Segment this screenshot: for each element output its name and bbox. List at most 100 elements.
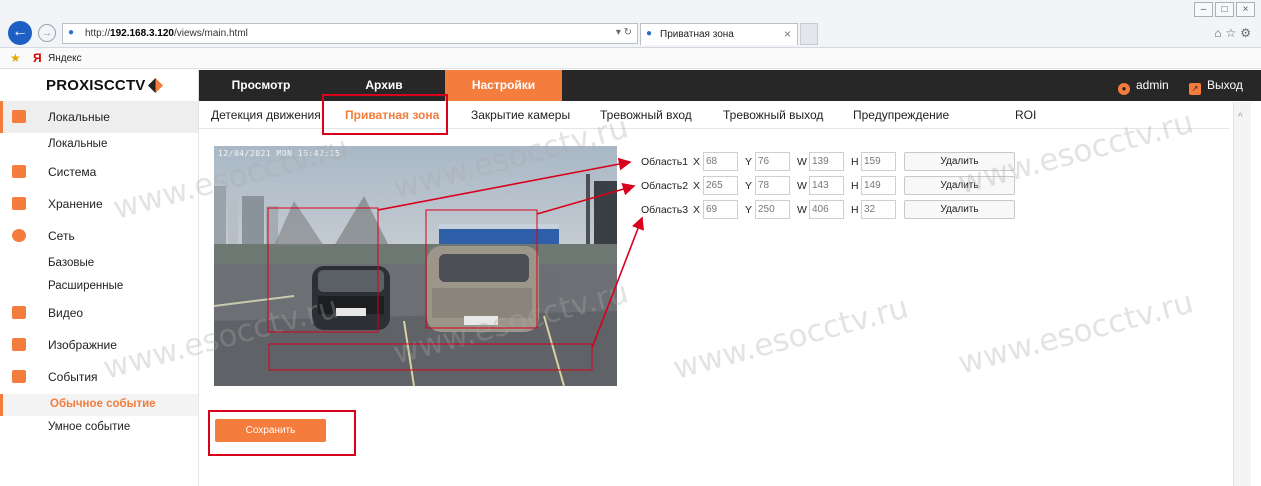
- sidebar-subitem-basic[interactable]: Базовые: [0, 253, 198, 275]
- logo: PROXISCCTV: [0, 70, 199, 101]
- vertical-scrollbar[interactable]: ^: [1233, 102, 1251, 486]
- address-url: http://192.168.3.120/views/main.html: [85, 28, 248, 39]
- home-star-gear-icons[interactable]: ⌂☆⚙: [1214, 26, 1255, 40]
- tab-warning[interactable]: Предупреждение: [853, 108, 949, 122]
- sidebar-subitem-advanced[interactable]: Расширенные: [0, 276, 198, 298]
- tab-roi[interactable]: ROI: [1015, 108, 1036, 122]
- sidebar-subitem-local[interactable]: Локальные: [0, 134, 198, 156]
- area-x-input[interactable]: 69: [703, 200, 738, 219]
- camera-preview[interactable]: 12/04/2021 MON 16:42:15: [214, 146, 617, 386]
- minimize-icon[interactable]: –: [1194, 2, 1213, 17]
- coord-label: H: [851, 204, 859, 216]
- area-h-input[interactable]: 149: [861, 176, 896, 195]
- user-menu[interactable]: ● admin: [1118, 70, 1169, 101]
- area-w-input[interactable]: 406: [809, 200, 844, 219]
- nav-settings[interactable]: Настройки: [445, 70, 562, 101]
- logo-text: PROXISCCTV: [46, 77, 146, 94]
- area-label: Область1: [641, 156, 689, 168]
- sidebar-item-events[interactable]: События: [0, 361, 198, 393]
- sidebar: Локальные Локальные Система Хранение Сет…: [0, 101, 199, 486]
- sidebar-item-network[interactable]: Сеть: [0, 220, 198, 252]
- sidebar-item-image[interactable]: Изображние: [0, 329, 198, 361]
- tab-title: Приватная зона: [660, 29, 734, 40]
- nav-archive[interactable]: Архив: [323, 70, 445, 101]
- favorite-link-yandex[interactable]: Яндекс: [48, 53, 82, 64]
- coord-label: X: [693, 156, 701, 168]
- delete-area-button[interactable]: Удалить: [904, 200, 1015, 219]
- save-button[interactable]: Сохранить: [215, 419, 326, 442]
- storage-icon: [12, 197, 26, 210]
- area-x-input[interactable]: 265: [703, 176, 738, 195]
- network-icon: [12, 229, 26, 242]
- area-h-input[interactable]: 32: [861, 200, 896, 219]
- area-y-input[interactable]: 78: [755, 176, 790, 195]
- logo-diamond-icon: [148, 78, 163, 93]
- tab-alarm-input[interactable]: Тревожный вход: [600, 108, 692, 122]
- tab-camera-tamper[interactable]: Закрытие камеры: [471, 108, 570, 122]
- tab-motion-detection[interactable]: Детекция движения: [211, 108, 321, 122]
- events-icon: [12, 370, 26, 383]
- sidebar-subitem-smart-event[interactable]: Умное событие: [0, 417, 198, 439]
- browser-titlebar: ← → ● http://192.168.3.120/views/main.ht…: [0, 0, 1261, 48]
- sidebar-item-storage[interactable]: Хранение: [0, 188, 198, 220]
- sidebar-subitem-label: Умное событие: [48, 421, 131, 433]
- page-icon: ●: [68, 27, 75, 38]
- sidebar-item-label: События: [48, 370, 98, 384]
- coord-label: Y: [745, 204, 753, 216]
- coord-label: H: [851, 180, 859, 192]
- coord-label: Y: [745, 156, 753, 168]
- sidebar-item-label: Видео: [48, 306, 84, 320]
- sidebar-item-label: Локальные: [48, 110, 110, 124]
- video-icon: [12, 306, 26, 319]
- tab-privacy-zone[interactable]: Приватная зона: [345, 108, 439, 122]
- coord-label: X: [693, 204, 701, 216]
- monitor-icon: [12, 110, 26, 123]
- camera-osd-timestamp: 12/04/2021 MON 16:42:15: [218, 149, 341, 158]
- refresh-icon[interactable]: ▾ ↻: [616, 27, 632, 38]
- logout-button[interactable]: ↗ Выход: [1189, 70, 1243, 101]
- sidebar-item-label: Изображние: [48, 338, 117, 352]
- sidebar-subitem-label: Расширенные: [48, 280, 124, 292]
- window-controls: – □ ×: [1194, 2, 1255, 17]
- user-name: admin: [1136, 78, 1169, 92]
- sidebar-item-system[interactable]: Система: [0, 156, 198, 188]
- area-w-input[interactable]: 139: [809, 152, 844, 171]
- sidebar-subitem-label: Локальные: [48, 138, 108, 150]
- favorites-bar: ★ Я Яндекс: [0, 48, 1261, 69]
- logout-label: Выход: [1207, 78, 1243, 92]
- tab-divider: [199, 128, 1229, 129]
- back-arrow-icon[interactable]: ←: [8, 21, 32, 45]
- sidebar-item-label: Хранение: [48, 197, 103, 211]
- favorites-star-icon[interactable]: ★: [10, 51, 21, 65]
- close-window-icon[interactable]: ×: [1236, 2, 1255, 17]
- nav-view[interactable]: Просмотр: [199, 70, 323, 101]
- area-label: Область3: [641, 204, 689, 216]
- area-y-input[interactable]: 76: [755, 152, 790, 171]
- sidebar-item-label: Сеть: [48, 229, 75, 243]
- camera-scene: [214, 146, 617, 386]
- forward-arrow-icon[interactable]: →: [38, 24, 56, 42]
- delete-area-button[interactable]: Удалить: [904, 176, 1015, 195]
- close-icon[interactable]: ×: [784, 27, 791, 41]
- browser-tab[interactable]: ● Приватная зона ×: [640, 23, 798, 45]
- yandex-icon: Я: [33, 51, 42, 65]
- new-tab-button[interactable]: [800, 23, 818, 45]
- coord-label: X: [693, 180, 701, 192]
- area-x-input[interactable]: 68: [703, 152, 738, 171]
- sidebar-item-video[interactable]: Видео: [0, 297, 198, 329]
- area-w-input[interactable]: 143: [809, 176, 844, 195]
- user-icon: ●: [1118, 83, 1130, 95]
- scroll-up-icon[interactable]: ^: [1238, 112, 1243, 123]
- restore-icon[interactable]: □: [1215, 2, 1234, 17]
- sidebar-subitem-label: Обычное событие: [50, 398, 156, 410]
- tab-alarm-output[interactable]: Тревожный выход: [723, 108, 823, 122]
- sidebar-item-label: Система: [48, 165, 97, 179]
- sidebar-subitem-normal-event[interactable]: Обычное событие: [0, 394, 198, 416]
- image-icon: [12, 338, 26, 351]
- coord-label: W: [797, 156, 807, 168]
- area-y-input[interactable]: 250: [755, 200, 790, 219]
- address-bar[interactable]: ● http://192.168.3.120/views/main.html ▾…: [62, 23, 638, 44]
- area-h-input[interactable]: 159: [861, 152, 896, 171]
- delete-area-button[interactable]: Удалить: [904, 152, 1015, 171]
- sidebar-item-local[interactable]: Локальные: [0, 101, 198, 133]
